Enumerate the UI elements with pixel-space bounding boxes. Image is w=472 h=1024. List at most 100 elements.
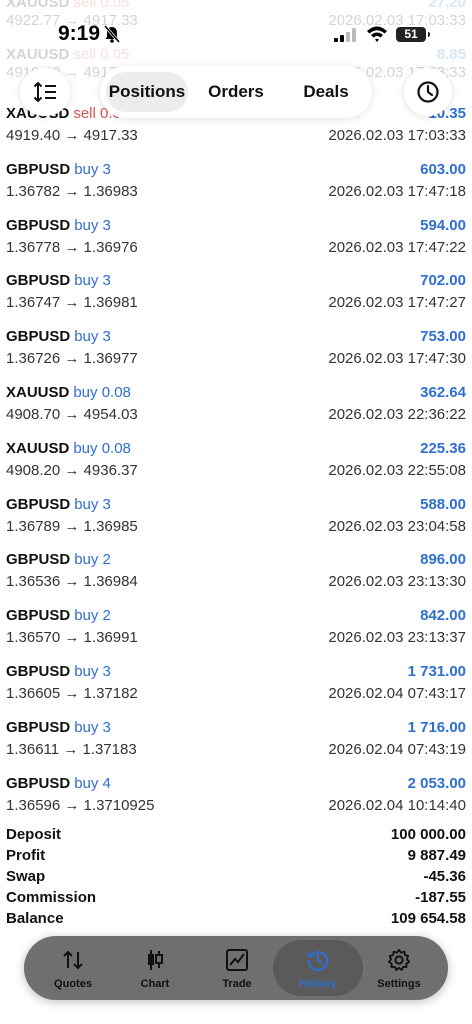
tab-chart[interactable]: Chart — [114, 940, 196, 996]
cellular-signal-icon — [334, 28, 356, 42]
row-side: buy 3 — [74, 161, 111, 178]
row-side: buy 3 — [74, 663, 111, 680]
row-side: buy 3 — [74, 496, 111, 513]
row-symbol: GBPUSD buy 2 — [6, 551, 111, 568]
row-side: buy 3 — [74, 719, 111, 736]
row-datetime: 2026.02.03 23:13:30 — [328, 573, 466, 590]
row-prices: 1.36726 → 1.36977 — [6, 350, 138, 367]
row-symbol: XAUUSD buy 0.08 — [6, 384, 131, 401]
status-time: 9:19 — [58, 22, 101, 45]
row-prices: 1.36778 → 1.36976 — [6, 239, 138, 256]
tab-positions[interactable]: Positions — [106, 72, 188, 112]
summary-value: -45.36 — [423, 868, 466, 885]
row-datetime: 2026.02.03 23:13:37 — [328, 629, 466, 646]
silent-bell-icon — [103, 25, 121, 43]
row-datetime: 2026.02.03 23:04:58 — [328, 518, 466, 535]
battery-tip — [428, 32, 430, 37]
tab-history[interactable]: History — [273, 940, 363, 996]
tab-quotes[interactable]: Quotes — [32, 940, 114, 996]
trade-chart-icon — [226, 949, 248, 971]
row-prices: 1.36570 → 1.36991 — [6, 629, 138, 646]
row-profit: 842.00 — [420, 607, 466, 624]
row-side: buy 3 — [74, 272, 111, 289]
status-bar: 9:19 51 — [0, 0, 472, 62]
deal-row[interactable]: GBPUSD buy 3 1.36747 → 1.36981 702.00 2026.0… — [0, 267, 472, 323]
deal-row[interactable]: GBPUSD buy 3 1.36782 → 1.36983 603.00 2026.0… — [0, 156, 472, 212]
clock-icon — [417, 81, 439, 103]
row-profit: 225.36 — [420, 440, 466, 457]
row-datetime: 2026.02.03 22:36:22 — [328, 406, 466, 423]
candlestick-chart-icon — [148, 950, 163, 970]
summary-label: Balance — [6, 910, 64, 927]
deal-row[interactable]: GBPUSD buy 4 1.36596 → 1.3710925 2 053.00 20… — [0, 770, 472, 826]
row-prices: 4919.40 → 4917.33 — [6, 127, 138, 144]
row-side: buy 0.08 — [73, 440, 131, 457]
tab-label: Settings — [377, 978, 421, 990]
row-side: buy 2 — [74, 551, 111, 568]
summary-value: 109 654.58 — [390, 910, 466, 927]
row-datetime: 2026.02.03 17:47:18 — [328, 183, 466, 200]
row-datetime: 2026.02.03 22:55:08 — [328, 462, 466, 479]
summary-row-balance: Balance 109 654.58 — [0, 908, 472, 929]
row-prices: 1.36596 → 1.3710925 — [6, 797, 155, 814]
row-datetime: 2026.02.03 17:47:27 — [328, 294, 466, 311]
summary-label: Commission — [6, 889, 97, 906]
row-symbol: XAUUSD buy 0.08 — [6, 440, 131, 457]
row-profit: 702.00 — [420, 272, 466, 289]
deal-row[interactable]: GBPUSD buy 3 1.36611 → 1.37183 1 716.00 2026… — [0, 714, 472, 770]
tab-deals[interactable]: Deals — [284, 72, 368, 112]
summary-value: 9 887.49 — [407, 847, 466, 864]
summary-value: 100 000.00 — [390, 826, 466, 843]
summary-row-deposit: Deposit 100 000.00 — [0, 824, 472, 845]
row-datetime: 2026.02.04 07:43:17 — [328, 685, 466, 702]
period-button[interactable] — [404, 68, 452, 116]
deal-row[interactable]: GBPUSD buy 3 1.36726 → 1.36977 753.00 2026.0… — [0, 323, 472, 379]
tab-label: Quotes — [54, 978, 92, 990]
tab-trade[interactable]: Trade — [196, 940, 278, 996]
deal-row[interactable]: GBPUSD buy 2 1.36536 → 1.36984 896.00 2026.0… — [0, 546, 472, 602]
summary-label: Deposit — [6, 826, 62, 843]
row-prices: 1.36789 → 1.36985 — [6, 518, 138, 535]
row-prices: 4908.20 → 4936.37 — [6, 462, 138, 479]
bottom-tab-bar: Quotes Chart Trade History Settings — [24, 936, 448, 1000]
row-datetime: 2026.02.03 17:47:22 — [328, 239, 466, 256]
battery-icon: 51 — [396, 27, 426, 42]
summary-row-profit: Profit 9 887.49 — [0, 845, 472, 866]
tab-settings[interactable]: Settings — [358, 940, 440, 996]
row-symbol: GBPUSD buy 4 — [6, 775, 111, 792]
deal-row[interactable]: GBPUSD buy 3 1.36778 → 1.36976 594.00 2026.0… — [0, 212, 472, 268]
row-symbol: GBPUSD buy 2 — [6, 607, 111, 624]
summary-value: -187.55 — [415, 889, 466, 906]
deal-row[interactable]: GBPUSD buy 3 1.36789 → 1.36985 588.00 2026.0… — [0, 491, 472, 547]
row-profit: 1 716.00 — [407, 719, 466, 736]
summary-row-commission: Commission -187.55 — [0, 887, 472, 908]
deal-row[interactable]: XAUUSD buy 0.08 4908.20 → 4936.37 225.36 202… — [0, 435, 472, 491]
deal-row[interactable]: XAUUSD buy 0.08 4908.70 → 4954.03 362.64 202… — [0, 379, 472, 435]
summary-label: Swap — [6, 868, 46, 885]
tab-orders[interactable]: Orders — [196, 72, 276, 112]
row-side: buy 3 — [74, 217, 111, 234]
row-datetime: 2026.02.04 07:43:19 — [328, 741, 466, 758]
row-side: buy 0.08 — [73, 384, 131, 401]
row-symbol: GBPUSD buy 3 — [6, 161, 111, 178]
row-prices: 1.36782 → 1.36983 — [6, 183, 138, 200]
row-profit: 2 053.00 — [407, 775, 466, 792]
sort-icon — [33, 81, 56, 103]
deal-row[interactable]: GBPUSD buy 2 1.36570 → 1.36991 842.00 2026.0… — [0, 602, 472, 658]
row-prices: 1.36747 → 1.36981 — [6, 294, 138, 311]
row-side: buy 2 — [74, 607, 111, 624]
row-profit: 588.00 — [420, 496, 466, 513]
row-prices: 4908.70 → 4954.03 — [6, 406, 138, 423]
row-profit: 603.00 — [420, 161, 466, 178]
gear-icon — [387, 948, 411, 971]
deal-row[interactable]: GBPUSD buy 3 1.36605 → 1.37182 1 731.00 2026… — [0, 658, 472, 714]
row-symbol: GBPUSD buy 3 — [6, 217, 111, 234]
row-profit: 594.00 — [420, 217, 466, 234]
row-prices: 1.36536 → 1.36984 — [6, 573, 138, 590]
tab-label: History — [299, 978, 337, 990]
tab-label: Trade — [222, 978, 252, 990]
row-symbol: GBPUSD buy 3 — [6, 496, 111, 513]
row-datetime: 2026.02.03 17:47:30 — [328, 350, 466, 367]
history-icon — [306, 951, 329, 972]
sort-button[interactable] — [20, 68, 70, 116]
